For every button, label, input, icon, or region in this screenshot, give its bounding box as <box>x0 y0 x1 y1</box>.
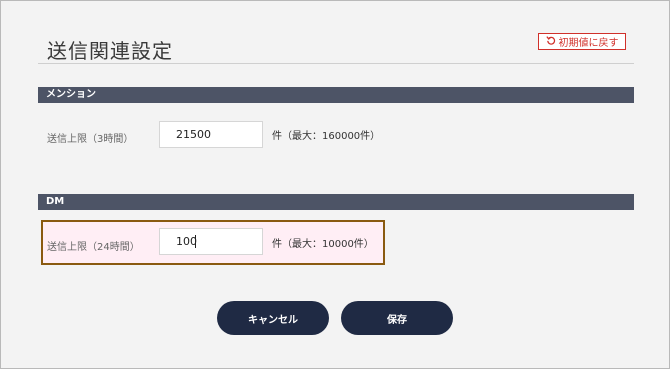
mention-limit-label: 送信上限（3時間） <box>47 134 134 145</box>
section-header-dm: DM <box>38 194 634 210</box>
page-title: 送信関連設定 <box>47 39 173 63</box>
dm-limit-input[interactable] <box>159 228 263 255</box>
mention-limit-note: 件（最大：160000件） <box>272 131 381 142</box>
title-divider <box>38 63 634 64</box>
reset-defaults-label: 初期値に戻す <box>558 38 619 49</box>
cancel-button[interactable]: キャンセル <box>217 301 329 335</box>
dm-limit-label: 送信上限（24時間） <box>47 242 140 253</box>
section-header-mention: メンション <box>38 87 634 103</box>
save-button[interactable]: 保存 <box>341 301 453 335</box>
reset-defaults-button[interactable]: 初期値に戻す <box>538 33 626 50</box>
undo-icon <box>545 35 556 48</box>
mention-limit-input[interactable] <box>159 121 263 148</box>
dm-limit-note: 件（最大：10000件） <box>272 239 374 250</box>
text-cursor <box>195 235 196 248</box>
settings-panel: 送信関連設定 初期値に戻す メンション 送信上限（3時間） 件（最大：16000… <box>0 0 670 369</box>
